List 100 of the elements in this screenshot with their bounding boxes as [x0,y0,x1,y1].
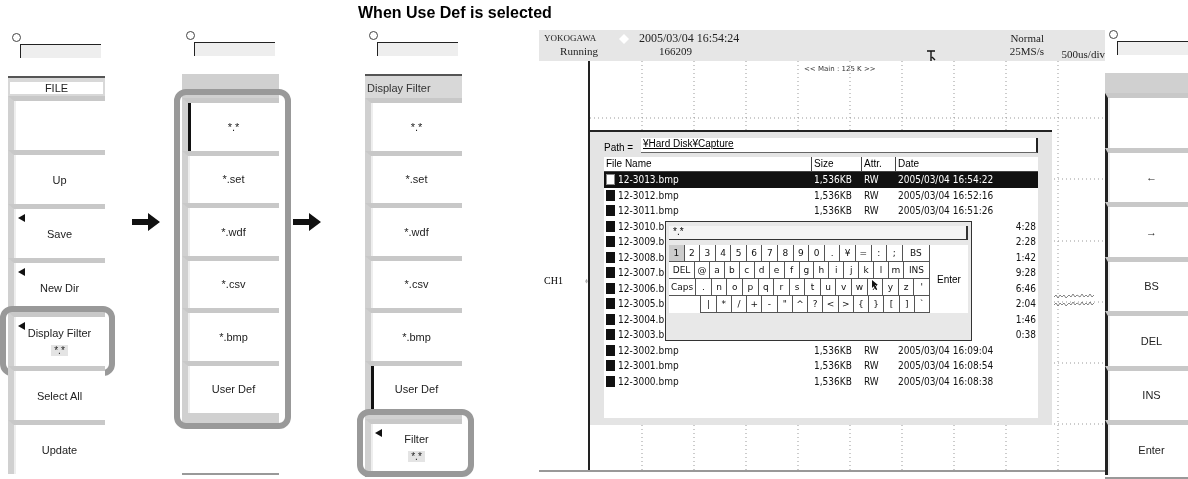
key[interactable]: 8 [778,245,794,262]
key[interactable]: ? [808,296,824,313]
file-name: 12-3009.b [618,236,665,248]
menu-button[interactable]: *.csv [182,255,279,308]
key[interactable]: + [747,296,763,313]
file-name: 12-3005.b [618,298,665,310]
file-date: 2005/03/04 16:52:16 [897,189,995,201]
menu-button[interactable]: Save [8,204,105,258]
key[interactable]: | [701,296,717,313]
file-date: 2005/03/04 16:54:22 [897,174,995,186]
file-name: 12-3004.b [618,313,665,325]
menu-button[interactable]: Up [8,150,105,204]
file-name: 12-3003.b [618,329,665,341]
key[interactable]: @ [695,262,710,279]
soft-key[interactable]: Enter [1105,420,1188,475]
key[interactable]: 3 [700,245,716,262]
key[interactable]: y [883,279,899,296]
file-date: 9:28 [1014,267,1037,279]
key[interactable]: w [852,279,868,296]
key[interactable]: 7 [762,245,779,262]
triangle-icon [18,322,25,330]
menu-button[interactable]: *.wdf [182,203,279,256]
key[interactable]: 0 [809,245,825,262]
file-row[interactable]: 12-3000.bmp 1,536KB RW 2005/03/04 16:08:38 [604,373,1038,389]
key[interactable]: < [823,296,839,313]
key[interactable]: l [874,262,890,279]
file-row[interactable]: 12-3001.bmp 1,536KB RW 2005/03/04 16:08:54 [604,358,1038,374]
input-field[interactable] [194,42,275,56]
column-header: File Name [604,157,812,171]
time-per-division: 500us/div [1061,48,1105,61]
file-name: 12-3001.bmp [618,360,679,372]
key[interactable]: o [727,279,743,296]
key[interactable]: ¥ [840,245,856,262]
key[interactable]: t [805,279,821,296]
file-row[interactable]: 12-3002.bmp 1,536KB RW 2005/03/04 16:09:04 [604,342,1038,358]
channel-label: CH1 [544,275,563,286]
file-size: 1,536KB [813,189,853,201]
file-size: 1,536KB [813,375,853,387]
key[interactable]: ; [887,245,903,262]
key[interactable]: } [869,296,885,313]
file-attributes: RW [863,375,880,387]
file-row[interactable]: 12-3011.bmp 1,536KB RW 2005/03/04 16:51:26 [604,203,1038,219]
arrow-icon [293,213,321,231]
triangle-icon [18,268,25,276]
key[interactable]: DEL [669,262,696,279]
key[interactable]: Caps [669,279,697,296]
input-field[interactable] [1117,41,1188,55]
menu-button[interactable]: *.bmp [182,308,279,361]
file-row[interactable]: 12-3012.bmp 1,536KB RW 2005/03/04 16:52:16 [604,187,1038,203]
key[interactable]: 1 [669,245,685,262]
key[interactable]: INS [903,262,931,279]
key[interactable]: [ [884,296,900,313]
file-row[interactable]: 12-3013.bmp 1,536KB RW 2005/03/04 16:54:22 [604,172,1038,188]
file-date: 2005/03/04 16:08:38 [897,375,995,387]
file-size: 1,536KB [813,360,853,372]
menu-button[interactable]: *.csv [365,255,462,308]
file-size: 1,536KB [813,205,853,217]
key[interactable]: 5 [731,245,747,262]
keyboard-input[interactable]: *.* [669,226,968,240]
key[interactable]: BS [902,245,930,262]
path-label: Path = [604,142,635,153]
file-name: 12-3006.b [618,282,665,294]
key[interactable]: i [829,262,845,279]
menu-button[interactable]: *.set [365,150,462,203]
input-field[interactable] [20,44,101,58]
key[interactable]: ' [914,279,930,296]
menu-button[interactable]: Display Filter *.* [8,312,105,366]
path-field[interactable]: ¥Hard Disk¥Capture [641,138,1038,153]
brand-label: YOKOGAWA [543,32,598,45]
soft-key[interactable]: ← [1105,147,1188,202]
menu-button[interactable]: *.set [182,150,279,203]
soft-key[interactable]: → [1105,202,1188,257]
file-date: 1:42 [1014,251,1037,263]
menu-button[interactable]: *.* [365,98,462,151]
menu-button[interactable]: Select All [8,366,105,420]
soft-key[interactable]: BS [1105,256,1188,311]
key[interactable]: k [859,262,875,279]
soft-key[interactable]: DEL [1105,311,1188,366]
menu-button[interactable]: *.* [182,98,279,151]
soft-key[interactable] [1105,93,1188,148]
key[interactable]: h [814,262,830,279]
file-date: 2:04 [1014,298,1037,310]
column-header: Attr. [862,157,896,171]
key[interactable]: - [762,296,778,313]
key[interactable]: . [696,279,712,296]
key[interactable]: r [774,279,790,296]
menu-button[interactable]: *.bmp [365,308,462,361]
file-date: 4:28 [1014,220,1037,232]
key[interactable]: v [836,279,853,296]
menu-button[interactable]: Filter *.* [365,419,462,471]
soft-key[interactable]: INS [1105,365,1188,420]
file-date: 6:46 [1014,282,1037,294]
input-field[interactable] [377,42,458,56]
menu-button[interactable]: Update [8,420,105,474]
trigger-mode: Normal [1009,32,1044,45]
key[interactable]: m [889,262,904,279]
file-attributes: RW [863,174,880,186]
menu-button[interactable]: *.wdf [365,203,462,256]
key[interactable]: j [844,262,860,279]
menu-button[interactable]: User Def [182,360,279,413]
